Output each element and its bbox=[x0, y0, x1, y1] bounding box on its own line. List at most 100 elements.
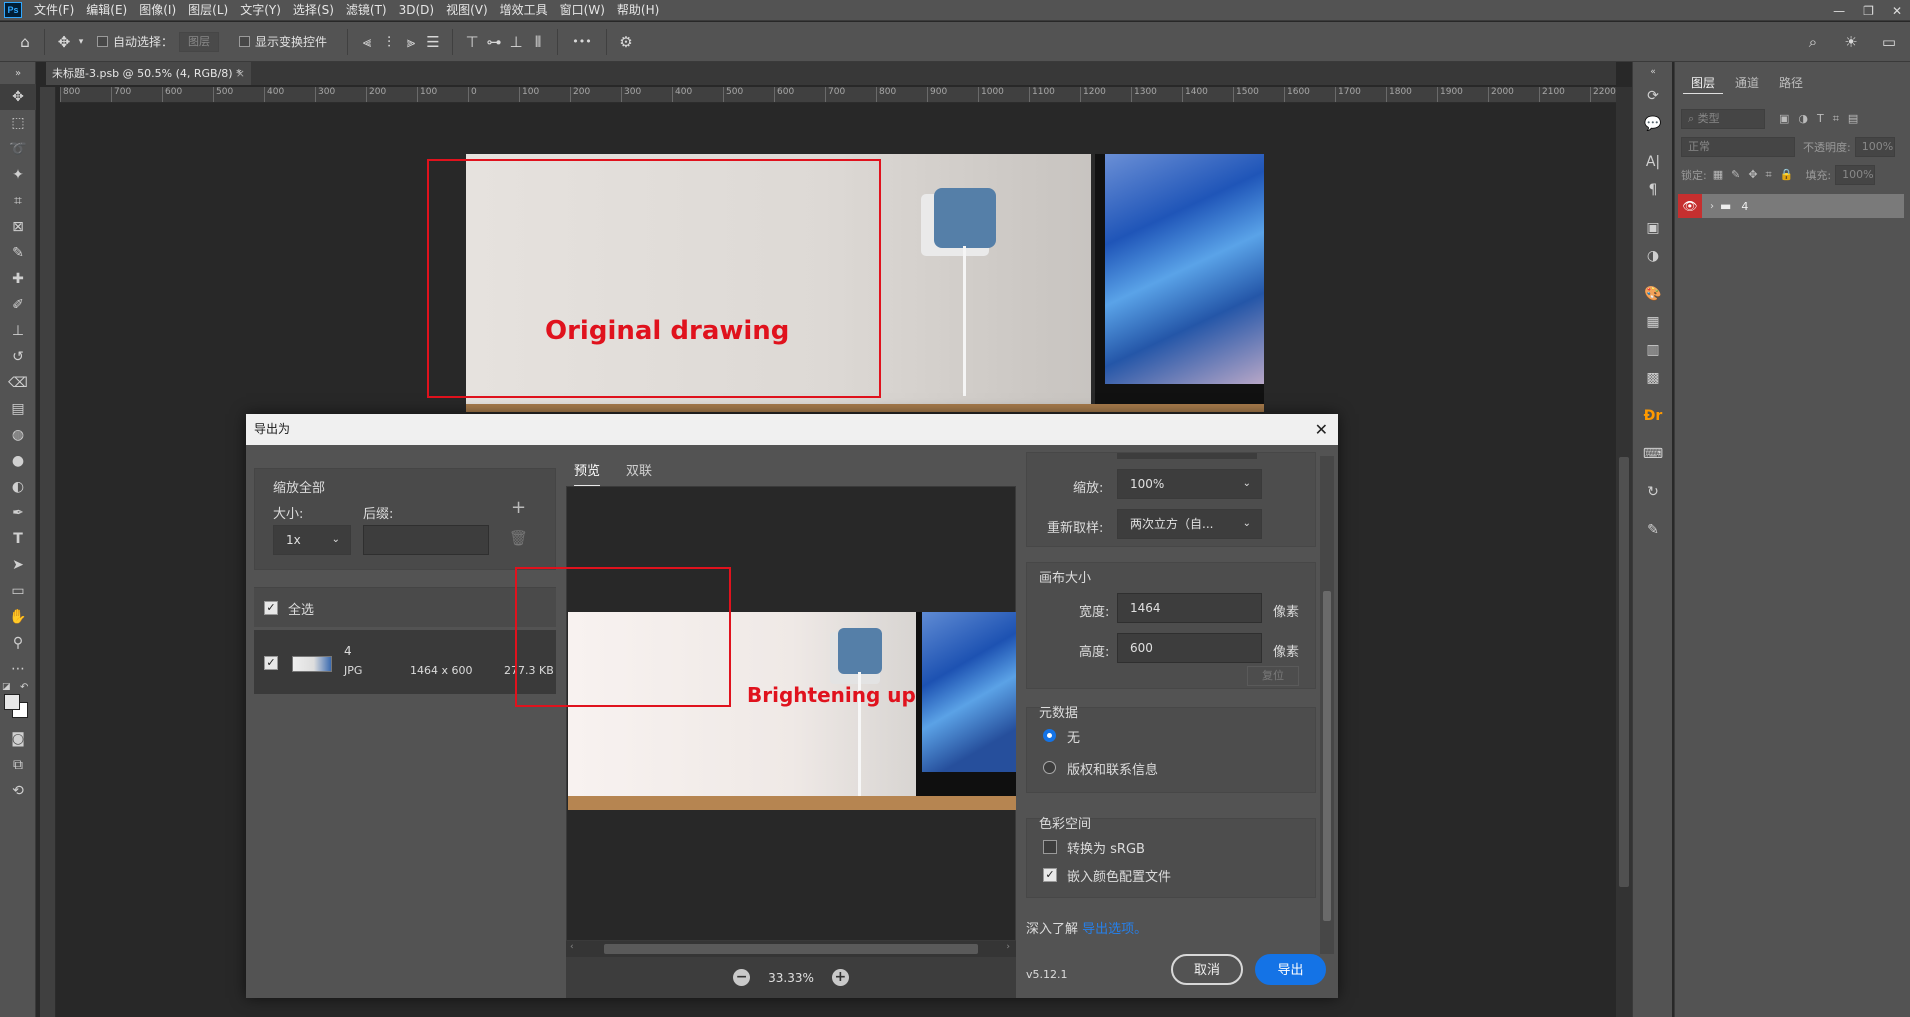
patterns-panel-icon[interactable]: ▩ bbox=[1633, 364, 1673, 392]
code-panel-icon[interactable]: ⌨ bbox=[1633, 440, 1673, 468]
align-center-icon[interactable]: ⫶ bbox=[378, 31, 400, 53]
scale-select[interactable]: 100% ⌄ bbox=[1117, 469, 1262, 499]
scrollbar-thumb[interactable] bbox=[604, 944, 978, 954]
select-all-row[interactable]: ✓ 全选 bbox=[254, 587, 556, 627]
export-button[interactable]: 导出 bbox=[1255, 954, 1326, 985]
height-input[interactable]: 600 bbox=[1117, 633, 1262, 663]
tab-channels[interactable]: 通道 bbox=[1727, 72, 1767, 94]
eraser-tool-icon[interactable]: ⌫ bbox=[0, 370, 36, 396]
more-options-icon[interactable]: ••• bbox=[566, 31, 598, 53]
search-icon[interactable]: ⌕ bbox=[1802, 31, 1824, 53]
zoom-out-button[interactable]: − bbox=[733, 969, 751, 986]
brush-tool-icon[interactable]: ✐ bbox=[0, 292, 36, 318]
tab-preview[interactable]: 预览 bbox=[574, 460, 601, 487]
restore-button[interactable]: ❐ bbox=[1863, 4, 1874, 18]
dodge-tool-icon[interactable]: ● bbox=[0, 448, 36, 474]
trash-icon[interactable]: 🗑 bbox=[509, 529, 528, 547]
align-right-icon[interactable]: ⫸ bbox=[400, 31, 422, 53]
asset-row[interactable]: ✓ 4 JPG 1464 x 600 277.3 KB bbox=[254, 630, 556, 694]
libraries-panel-icon[interactable]: ▣ bbox=[1633, 214, 1673, 242]
history-brush-tool-icon[interactable]: ↺ bbox=[0, 344, 36, 370]
refresh-panel-icon[interactable]: ↻ bbox=[1633, 478, 1673, 506]
gradients-panel-icon[interactable]: ▥ bbox=[1633, 336, 1673, 364]
cancel-button[interactable]: 取消 bbox=[1171, 954, 1243, 985]
menu-plugins[interactable]: 增效工具 bbox=[494, 0, 554, 21]
pen-tool-icon[interactable]: ✒ bbox=[0, 500, 36, 526]
path-selection-tool-icon[interactable]: ➤ bbox=[0, 552, 36, 578]
add-scale-icon[interactable]: + bbox=[511, 497, 526, 518]
lasso-tool-icon[interactable]: ➰ bbox=[0, 136, 36, 162]
edit-toolbar-icon[interactable]: ⋯ bbox=[0, 656, 36, 682]
collapse-icon[interactable]: « bbox=[1633, 62, 1673, 82]
reset-button[interactable]: 复位 bbox=[1247, 666, 1299, 686]
tab-paths[interactable]: 路径 bbox=[1771, 72, 1811, 94]
filter-icons[interactable]: ▣◑T⌗▤ bbox=[1779, 112, 1867, 126]
layer-row[interactable]: 👁 › ▬ 4 bbox=[1678, 194, 1904, 218]
lock-icons[interactable]: ▦✎✥⌗🔒 bbox=[1713, 168, 1802, 182]
menu-window[interactable]: 窗口(W) bbox=[554, 0, 611, 21]
preview-canvas[interactable]: Brightening up bbox=[515, 486, 1016, 941]
gear-icon[interactable]: ⚙ bbox=[615, 31, 637, 53]
menu-help[interactable]: 帮助(H) bbox=[611, 0, 665, 21]
magic-wand-tool-icon[interactable]: ✦ bbox=[0, 162, 36, 188]
default-colors-icon[interactable]: ◪ bbox=[2, 682, 11, 692]
close-tab-icon[interactable]: × bbox=[236, 62, 245, 85]
visibility-eye-icon[interactable]: 👁 bbox=[1678, 194, 1702, 218]
menu-select[interactable]: 选择(S) bbox=[287, 0, 340, 21]
align-left-icon[interactable]: ⫷ bbox=[356, 31, 378, 53]
metadata-none-radio[interactable] bbox=[1043, 729, 1056, 742]
menu-type[interactable]: 文字(Y) bbox=[234, 0, 287, 21]
fill-input[interactable]: 100% bbox=[1835, 165, 1876, 185]
suffix-input[interactable] bbox=[363, 525, 489, 555]
width-input[interactable]: 1464 bbox=[1117, 593, 1262, 623]
tab-2up[interactable]: 双联 bbox=[626, 460, 652, 479]
convert-srgb-checkbox[interactable] bbox=[1043, 840, 1057, 854]
opacity-input[interactable]: 100% bbox=[1854, 137, 1895, 157]
scroll-right-icon[interactable]: › bbox=[1006, 942, 1010, 952]
collapse-icon[interactable]: » bbox=[0, 62, 36, 84]
gradient-tool-icon[interactable]: ▤ bbox=[0, 396, 36, 422]
quick-mask-icon[interactable]: ◙ bbox=[0, 726, 36, 752]
align-bottom-icon[interactable]: ⊥ bbox=[505, 31, 527, 53]
menu-edit[interactable]: 编辑(E) bbox=[80, 0, 133, 21]
menu-layer[interactable]: 图层(L) bbox=[182, 0, 234, 21]
clone-stamp-tool-icon[interactable]: ⊥ bbox=[0, 318, 36, 344]
menu-image[interactable]: 图像(I) bbox=[133, 0, 182, 21]
rectangle-tool-icon[interactable]: ▭ bbox=[0, 578, 36, 604]
distribute-vertical-icon[interactable]: ⦀ bbox=[527, 31, 549, 53]
chevron-down-icon[interactable]: ▾ bbox=[75, 31, 87, 53]
foreground-color[interactable] bbox=[4, 694, 20, 710]
adjustments-panel-icon[interactable]: ◑ bbox=[1633, 242, 1673, 270]
settings-vertical-scrollbar[interactable] bbox=[1320, 456, 1334, 954]
menu-view[interactable]: 视图(V) bbox=[440, 0, 494, 21]
move-tool-icon[interactable]: ✥ bbox=[53, 31, 75, 53]
sponge-tool-icon[interactable]: ◐ bbox=[0, 474, 36, 500]
blur-tool-icon[interactable]: ◍ bbox=[0, 422, 36, 448]
resample-select[interactable]: 两次立方（自... ⌄ bbox=[1117, 509, 1262, 539]
type-tool-icon[interactable]: T bbox=[0, 526, 36, 552]
character-panel-icon[interactable]: A| bbox=[1633, 148, 1673, 176]
align-middle-icon[interactable]: ⊶ bbox=[483, 31, 505, 53]
align-top-icon[interactable]: ⊤ bbox=[461, 31, 483, 53]
history-panel-icon[interactable]: ⟳ bbox=[1633, 82, 1673, 110]
menu-3d[interactable]: 3D(D) bbox=[393, 0, 440, 21]
close-icon[interactable]: ✕ bbox=[1315, 414, 1328, 445]
close-window-button[interactable]: ✕ bbox=[1892, 4, 1902, 18]
preview-horizontal-scrollbar[interactable]: ‹ › bbox=[566, 941, 1016, 957]
extras-icon[interactable]: ⟲ bbox=[0, 778, 36, 804]
hand-tool-icon[interactable]: ✋ bbox=[0, 604, 36, 630]
scrollbar-thumb[interactable] bbox=[1619, 457, 1629, 887]
embed-profile-checkbox[interactable]: ✓ bbox=[1043, 868, 1057, 882]
auto-select-checkbox[interactable] bbox=[97, 36, 108, 47]
scroll-left-icon[interactable]: ‹ bbox=[570, 942, 574, 952]
show-transform-checkbox[interactable] bbox=[239, 36, 251, 47]
layer-select[interactable]: 图层 bbox=[179, 31, 220, 52]
tab-layers[interactable]: 图层 bbox=[1683, 72, 1724, 94]
home-icon[interactable]: ⌂ bbox=[14, 31, 36, 53]
discover-icon[interactable]: ☀ bbox=[1840, 31, 1862, 53]
menu-file[interactable]: 文件(F) bbox=[28, 0, 80, 21]
canvas-vertical-scrollbar[interactable] bbox=[1616, 87, 1632, 1017]
color-panel-icon[interactable]: 🎨 bbox=[1633, 280, 1673, 308]
layer-search-input[interactable]: ⌕ 类型 bbox=[1681, 109, 1765, 129]
bridge-panel-icon[interactable]: Ðr bbox=[1633, 402, 1673, 430]
